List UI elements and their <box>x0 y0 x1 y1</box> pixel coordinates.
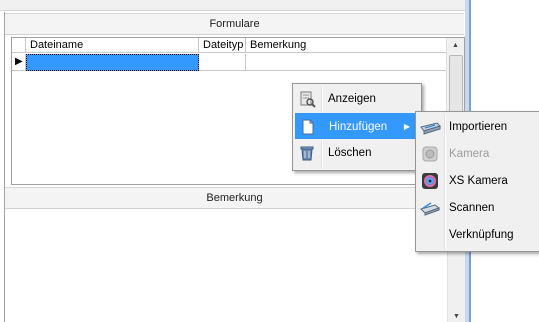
notes-textarea[interactable] <box>5 210 464 322</box>
notes-section-title: Bemerkung <box>206 192 263 204</box>
menu-item-label: Löschen <box>328 147 372 159</box>
column-header-label: Dateityp <box>203 39 244 51</box>
submenu-item-label: Importieren <box>449 121 508 133</box>
column-header-label: Bemerkung <box>250 39 307 51</box>
cell-dateityp[interactable] <box>199 54 246 71</box>
trash-icon <box>300 146 314 161</box>
import-scanner-icon <box>420 122 441 135</box>
column-header-dateityp[interactable]: Dateityp <box>199 38 246 53</box>
row-header-corner <box>12 38 26 53</box>
menu-item-label: Anzeigen <box>328 93 376 105</box>
xs-camera-icon <box>422 173 438 189</box>
submenu-item-xs-kamera[interactable]: XS Kamera <box>418 168 535 194</box>
menu-item-label: Hinzufügen <box>329 121 388 133</box>
column-header-label: Dateiname <box>30 39 84 51</box>
submenu-item-label: Scannen <box>449 202 495 214</box>
scroll-up-icon[interactable]: ▲ <box>447 38 464 53</box>
forms-section-title: Formulare <box>209 18 260 30</box>
submenu-item-verknuepfung[interactable]: Verknüpfung <box>418 222 535 248</box>
menu-item-loeschen[interactable]: Löschen <box>295 140 417 166</box>
view-document-icon <box>300 91 316 108</box>
forms-section-header: Formulare <box>5 13 464 35</box>
cell-bemerkung[interactable] <box>246 54 447 71</box>
add-submenu: Importieren Kamera XS Kamera Scannen Ver… <box>415 111 539 252</box>
scanner-icon <box>420 202 441 216</box>
camera-icon <box>422 146 438 162</box>
current-row-indicator[interactable]: ▶ <box>12 54 26 71</box>
submenu-item-kamera[interactable]: Kamera <box>418 141 535 167</box>
submenu-arrow-icon: ▶ <box>403 122 410 131</box>
column-header-bemerkung[interactable]: Bemerkung <box>246 38 447 53</box>
submenu-item-label: XS Kamera <box>449 175 508 187</box>
menu-item-anzeigen[interactable]: Anzeigen <box>295 86 417 112</box>
menu-item-hinzufuegen[interactable]: Hinzufügen ▶ <box>295 113 417 139</box>
grid-context-menu: Anzeigen Hinzufügen ▶ Löschen <box>292 83 422 171</box>
submenu-item-importieren[interactable]: Importieren <box>418 114 535 140</box>
submenu-item-scannen[interactable]: Scannen <box>418 195 535 221</box>
submenu-item-label: Verknüpfung <box>449 229 514 241</box>
scroll-down-icon[interactable]: ▼ <box>448 313 465 320</box>
cell-dateiname[interactable] <box>26 54 199 71</box>
window-top-edge <box>0 0 469 11</box>
notes-section-header: Bemerkung <box>5 187 464 209</box>
submenu-item-label: Kamera <box>449 148 490 160</box>
add-document-icon <box>302 119 314 135</box>
current-row-arrow-icon: ▶ <box>15 56 23 67</box>
column-header-dateiname[interactable]: Dateiname <box>26 38 199 53</box>
